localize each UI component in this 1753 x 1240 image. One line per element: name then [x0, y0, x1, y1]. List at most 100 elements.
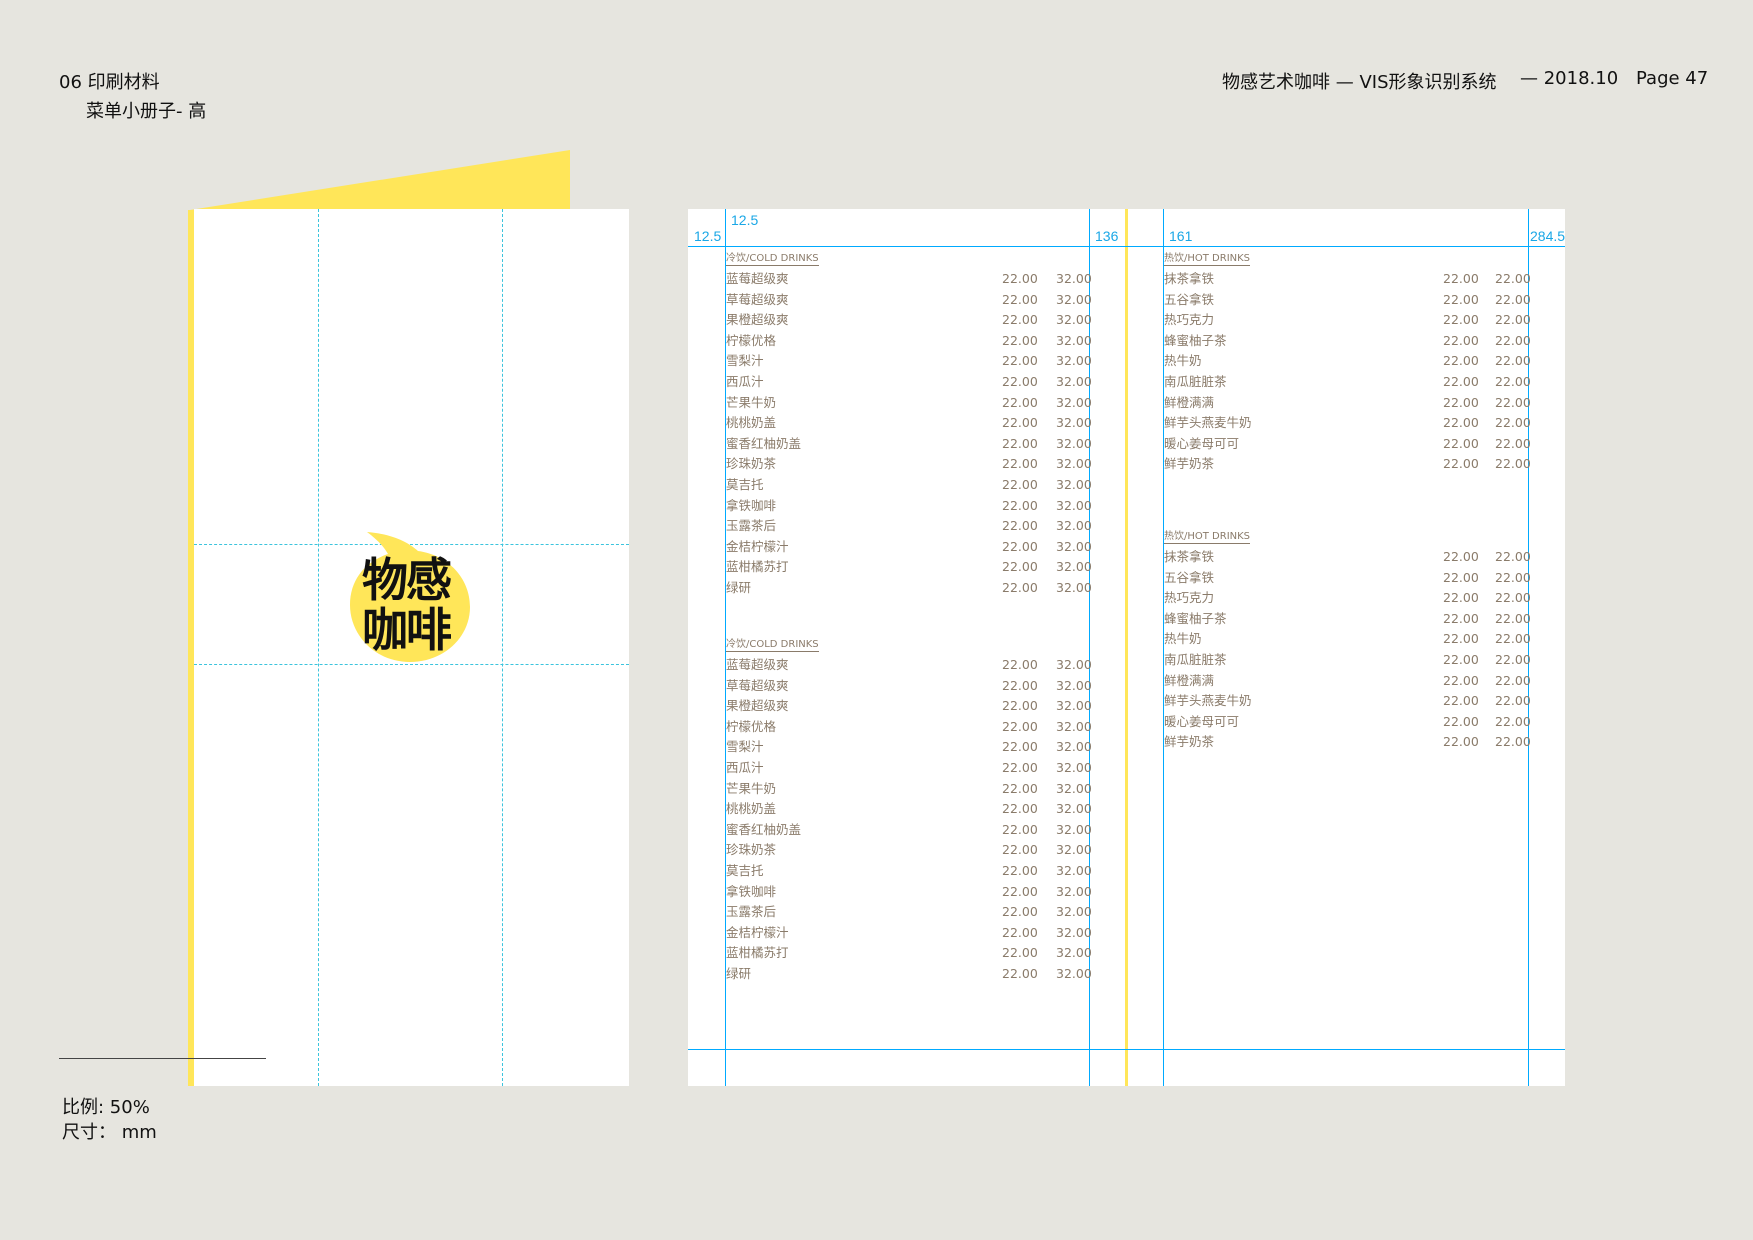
size-label: 尺寸： mm [62, 1122, 157, 1143]
menu-item-price-regular: 22.00 [1002, 435, 1038, 451]
menu-item-row: 热牛奶 22.00 22.00 [1164, 629, 1531, 649]
menu-item-price-large: 32.00 [1056, 559, 1092, 575]
menu-item-price-large: 32.00 [1056, 966, 1092, 981]
menu-item-price-regular: 22.00 [1002, 291, 1038, 307]
menu-item-price-large: 32.00 [1056, 271, 1092, 286]
menu-item-price-large: 22.00 [1495, 549, 1531, 564]
menu-item-row: 抹茶拿铁 22.00 22.00 [1164, 269, 1531, 289]
menu-item-row: 金桔柠檬汁 22.00 32.00 [726, 537, 1092, 557]
menu-item-name: 南瓜脏脏茶 [1164, 374, 1227, 389]
menu-item-price-large: 32.00 [1056, 821, 1092, 837]
menu-item-price-large: 22.00 [1495, 652, 1531, 667]
menu-item-price-large: 22.00 [1495, 394, 1531, 410]
menu-item-name: 蜂蜜柚子茶 [1164, 332, 1227, 348]
menu-item-price-regular: 22.00 [1002, 518, 1038, 534]
menu-item-name: 玉露茶后 [726, 518, 777, 534]
menu-item-name: 蓝莓超级爽 [726, 657, 789, 672]
section-title: 06 印刷材料 [59, 72, 160, 93]
menu-item-row: 西瓜汁 22.00 32.00 [726, 372, 1092, 392]
menu-item-name: 南瓜脏脏茶 [1164, 652, 1227, 667]
menu-item-price-regular: 22.00 [1443, 291, 1479, 307]
menu-item-price-large: 22.00 [1495, 435, 1531, 451]
menu-item-price-regular: 22.00 [1443, 312, 1479, 328]
menu-item-row: 五谷拿铁 22.00 22.00 [1164, 568, 1531, 588]
menu-item-name: 桃桃奶盖 [726, 801, 777, 817]
cold-drinks-title-2: 冷饮/COLD DRINKS [726, 639, 819, 652]
logo-text-line2: 咖啡 [362, 603, 452, 657]
menu-item-row: 雪梨汁 22.00 32.00 [726, 737, 1092, 757]
menu-item-price-regular: 22.00 [1443, 569, 1479, 585]
menu-item-price-regular: 22.00 [1443, 353, 1479, 369]
menu-item-price-regular: 22.00 [1443, 672, 1479, 688]
subsection-title: 菜单小册子- 高 [86, 101, 207, 122]
menu-item-price-large: 32.00 [1056, 677, 1092, 693]
menu-item-row: 玉露茶后 22.00 32.00 [726, 516, 1092, 536]
menu-item-name: 草莓超级爽 [726, 677, 789, 693]
menu-item-price-large: 32.00 [1056, 760, 1092, 775]
menu-item-name: 鲜芋奶茶 [1164, 456, 1215, 472]
menu-item-name: 蓝柑橘苏打 [726, 945, 789, 961]
menu-item-name: 桃桃奶盖 [726, 415, 777, 431]
menu-item-price-regular: 22.00 [1443, 713, 1479, 729]
menu-item-row: 芒果牛奶 22.00 32.00 [726, 393, 1092, 413]
menu-item-price-regular: 22.00 [1002, 538, 1038, 554]
menu-item-price-regular: 22.00 [1443, 456, 1479, 472]
menu-item-price-regular: 22.00 [1002, 863, 1038, 878]
menu-item-name: 珍珠奶茶 [726, 842, 777, 858]
menu-item-row: 拿铁咖啡 22.00 32.00 [726, 496, 1092, 516]
dim-fold: 136 [1095, 228, 1119, 244]
menu-item-row: 芒果牛奶 22.00 32.00 [726, 779, 1092, 799]
menu-item-row: 桃桃奶盖 22.00 32.00 [726, 799, 1092, 819]
guide-top-margin [688, 246, 1565, 247]
menu-item-name: 蜂蜜柚子茶 [1164, 610, 1227, 626]
menu-item-row: 南瓜脏脏茶 22.00 22.00 [1164, 650, 1531, 670]
menu-item-price-large: 22.00 [1495, 693, 1531, 709]
menu-item-price-large: 32.00 [1056, 924, 1092, 940]
menu-item-row: 鲜芋奶茶 22.00 22.00 [1164, 732, 1531, 752]
cover-guide-v1 [318, 209, 319, 1086]
menu-item-price-large: 22.00 [1495, 610, 1531, 626]
menu-item-price-large: 32.00 [1056, 842, 1092, 858]
menu-item-name: 蜜香红柚奶盖 [726, 821, 802, 837]
menu-item-price-large: 22.00 [1495, 631, 1531, 647]
menu-item-row: 蜜香红柚奶盖 22.00 32.00 [726, 434, 1092, 454]
menu-item-name: 雪梨汁 [726, 739, 764, 755]
menu-item-price-regular: 22.00 [1002, 374, 1038, 389]
menu-item-name: 蓝莓超级爽 [726, 271, 789, 286]
menu-item-price-regular: 22.00 [1002, 353, 1038, 369]
menu-item-price-large: 32.00 [1056, 312, 1092, 328]
menu-item-name: 鲜橙满满 [1164, 394, 1215, 410]
menu-item-price-regular: 22.00 [1002, 780, 1038, 796]
menu-item-name: 莫吉托 [726, 863, 764, 878]
menu-item-price-regular: 22.00 [1002, 904, 1038, 920]
menu-item-row: 蓝莓超级爽 22.00 32.00 [726, 269, 1092, 289]
menu-item-name: 暖心姜母可可 [1164, 435, 1240, 451]
menu-item-row: 鲜芋头燕麦牛奶 22.00 22.00 [1164, 413, 1531, 433]
menu-item-name: 五谷拿铁 [1164, 569, 1215, 585]
menu-item-price-regular: 22.00 [1443, 332, 1479, 348]
menu-item-price-large: 32.00 [1056, 538, 1092, 554]
menu-item-price-regular: 22.00 [1443, 693, 1479, 709]
menu-item-price-regular: 22.00 [1002, 801, 1038, 817]
menu-item-name: 鲜橙满满 [1164, 672, 1215, 688]
menu-item-name: 绿研 [726, 966, 752, 981]
menu-item-name: 西瓜汁 [726, 760, 764, 775]
dim-left-margin: 12.5 [694, 228, 722, 244]
menu-item-price-regular: 22.00 [1002, 924, 1038, 940]
menu-item-row: 柠檬优格 22.00 32.00 [726, 717, 1092, 737]
menu-item-price-regular: 22.00 [1002, 271, 1038, 286]
menu-item-price-large: 32.00 [1056, 945, 1092, 961]
menu-item-price-large: 22.00 [1495, 271, 1531, 286]
menu-item-price-regular: 22.00 [1443, 610, 1479, 626]
menu-item-price-regular: 22.00 [1002, 456, 1038, 472]
menu-item-price-regular: 22.00 [1002, 739, 1038, 755]
menu-item-name: 草莓超级爽 [726, 291, 789, 307]
menu-item-row: 抹茶拿铁 22.00 22.00 [1164, 547, 1531, 567]
menu-item-row: 拿铁咖啡 22.00 32.00 [726, 882, 1092, 902]
menu-item-name: 柠檬优格 [726, 718, 777, 734]
menu-item-row: 蜂蜜柚子茶 22.00 22.00 [1164, 609, 1531, 629]
menu-item-price-large: 22.00 [1495, 312, 1531, 328]
menu-item-price-regular: 22.00 [1443, 394, 1479, 410]
menu-item-price-regular: 22.00 [1002, 677, 1038, 693]
menu-item-name: 热巧克力 [1164, 312, 1215, 328]
